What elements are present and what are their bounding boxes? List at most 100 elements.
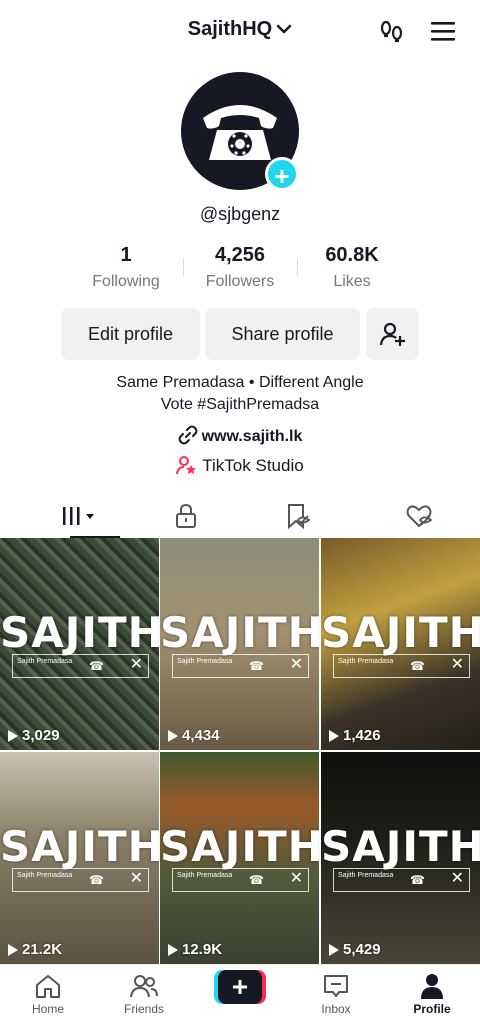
nav-label: Friends — [123, 1002, 164, 1016]
play-icon — [329, 730, 339, 743]
cross-mark-icon: ✕ — [450, 870, 464, 887]
view-count: 12.9K — [168, 941, 222, 958]
tab-reposts[interactable] — [236, 494, 356, 538]
cross-mark-icon: ✕ — [289, 870, 303, 887]
tiktok-studio-link[interactable]: TikTok Studio — [0, 455, 480, 476]
chevron-down-icon — [276, 18, 292, 41]
friends-icon — [130, 975, 158, 998]
lock-icon — [176, 503, 196, 528]
view-count: 4,434 — [168, 727, 220, 744]
nav-label: Home — [31, 1002, 64, 1016]
videos-grid-icon — [63, 507, 94, 525]
bio-link[interactable]: www.sajith.lk — [0, 425, 480, 446]
view-count-text: 12.9K — [182, 941, 223, 958]
add-friend-button[interactable] — [366, 308, 419, 360]
footprints-icon[interactable] — [378, 18, 406, 46]
stat-likes[interactable]: 60.8K Likes — [297, 244, 407, 291]
hamburger-menu-icon[interactable] — [430, 20, 456, 42]
create-plus-icon — [214, 970, 266, 1004]
share-profile-button[interactable]: Share profile — [205, 308, 360, 360]
video-subtitle-box: Sajith Premadasa ☎ ✕ — [333, 868, 470, 892]
link-icon — [178, 425, 198, 445]
view-count: 3,029 — [8, 727, 60, 744]
edit-profile-button[interactable]: Edit profile — [61, 308, 200, 360]
view-count-text: 5,429 — [343, 941, 381, 958]
video-subtitle-box: Sajith Premadasa ☎ ✕ — [12, 654, 149, 678]
video-thumbnail[interactable]: SAJITH Sajith Premadasa ☎ ✕ 21.2K — [0, 752, 159, 964]
nav-inbox[interactable]: Inbox — [288, 973, 384, 1016]
video-caption: Sajith Premadasa — [338, 658, 394, 665]
content-tabs — [0, 494, 480, 539]
bio-line: Vote #SajithPremadsa — [160, 396, 320, 413]
create-button[interactable] — [214, 970, 266, 1004]
cross-mark-icon: ✕ — [129, 870, 143, 887]
link-text: www.sajith.lk — [201, 428, 303, 445]
play-icon — [168, 944, 178, 957]
stat-label: Followers — [205, 273, 275, 290]
video-caption: Sajith Premadasa — [177, 872, 233, 879]
video-title: SAJITH — [321, 822, 480, 871]
video-title: SAJITH — [160, 822, 319, 871]
view-count-text: 21.2K — [22, 941, 63, 958]
video-thumbnail[interactable]: SAJITH Sajith Premadasa ☎ ✕ 1,426 — [321, 538, 480, 750]
top-bar: SajithHQ — [0, 0, 480, 62]
video-thumbnail[interactable]: SAJITH Sajith Premadasa ☎ ✕ 5,429 — [321, 752, 480, 964]
view-count-text: 4,434 — [182, 727, 220, 744]
telephone-icon: ☎ — [249, 873, 264, 887]
video-caption: Sajith Premadasa — [177, 658, 233, 665]
cross-mark-icon: ✕ — [450, 656, 464, 673]
cross-mark-icon: ✕ — [129, 656, 143, 673]
video-caption: Sajith Premadasa — [17, 872, 73, 879]
stat-value: 4,256 — [214, 244, 266, 266]
view-count: 5,429 — [329, 941, 381, 958]
telephone-icon: ☎ — [89, 873, 104, 887]
add-story-plus-icon[interactable]: + — [265, 157, 299, 191]
tab-private[interactable] — [125, 494, 245, 538]
play-icon — [8, 944, 18, 957]
nav-label: Inbox — [321, 1002, 351, 1016]
account-switcher[interactable]: SajithHQ — [0, 18, 480, 41]
tab-videos[interactable] — [20, 494, 140, 538]
stat-divider — [183, 258, 184, 276]
add-person-icon — [379, 322, 405, 346]
video-title: SAJITH — [0, 822, 159, 871]
inbox-icon — [324, 975, 348, 997]
stat-value: 1 — [120, 244, 132, 266]
video-thumbnail[interactable]: SAJITH Sajith Premadasa ☎ ✕ 12.9K — [160, 752, 319, 964]
stat-label: Following — [92, 273, 160, 290]
stat-value: 60.8K — [325, 244, 379, 266]
heart-hidden-icon — [406, 505, 433, 528]
play-icon — [168, 730, 178, 743]
view-count: 21.2K — [8, 941, 62, 958]
account-username: SajithHQ — [187, 18, 273, 40]
telephone-icon: ☎ — [249, 659, 264, 673]
view-count: 1,426 — [329, 727, 381, 744]
nav-profile[interactable]: Profile — [384, 973, 480, 1016]
video-subtitle-box: Sajith Premadasa ☎ ✕ — [172, 868, 309, 892]
bookmark-hidden-icon — [288, 504, 311, 530]
nav-home[interactable]: Home — [0, 973, 96, 1016]
tab-liked[interactable] — [358, 494, 478, 538]
studio-person-star-icon — [176, 456, 197, 475]
studio-text: TikTok Studio — [202, 456, 304, 475]
play-icon — [329, 944, 339, 957]
profile-handle: @sjbgenz — [199, 204, 281, 224]
video-thumbnail[interactable]: SAJITH Sajith Premadasa ☎ ✕ 4,434 — [160, 538, 319, 750]
telephone-icon: ☎ — [410, 659, 425, 673]
telephone-icon: ☎ — [89, 659, 104, 673]
video-caption: Sajith Premadasa — [17, 658, 73, 665]
video-title: SAJITH — [321, 608, 480, 657]
nav-friends[interactable]: Friends — [96, 973, 192, 1016]
video-thumbnail[interactable]: SAJITH Sajith Premadasa ☎ ✕ 3,029 — [0, 538, 159, 750]
video-subtitle-box: Sajith Premadasa ☎ ✕ — [333, 654, 470, 678]
stat-followers[interactable]: 4,256 Followers — [185, 244, 295, 291]
video-title: SAJITH — [0, 608, 159, 657]
play-icon — [8, 730, 18, 743]
video-subtitle-box: Sajith Premadasa ☎ ✕ — [12, 868, 149, 892]
video-subtitle-box: Sajith Premadasa ☎ ✕ — [172, 654, 309, 678]
telephone-icon: ☎ — [410, 873, 425, 887]
stat-following[interactable]: 1 Following — [71, 244, 181, 291]
profile-icon — [421, 974, 443, 999]
stat-label: Likes — [333, 273, 371, 290]
bio-line: Same Premadasa • Different Angle — [116, 374, 364, 391]
